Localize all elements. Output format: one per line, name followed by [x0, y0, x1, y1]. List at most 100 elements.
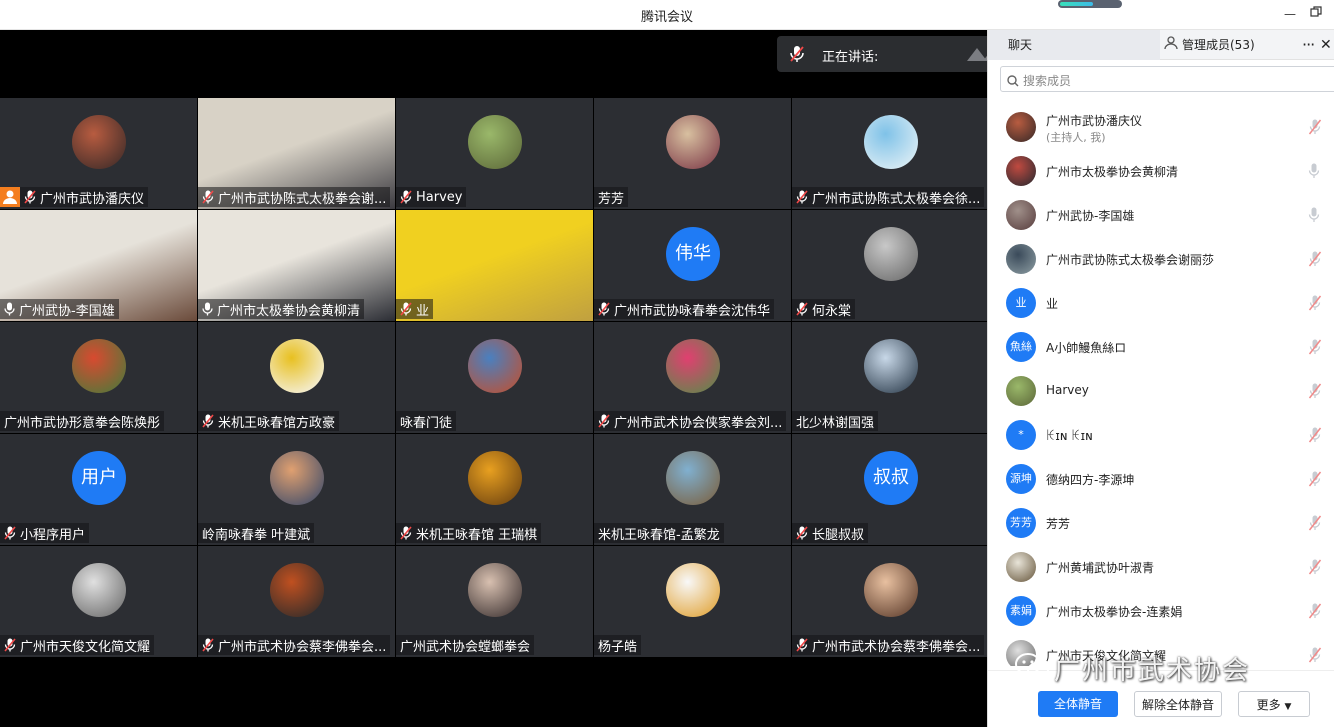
search-input[interactable]: 搜索成员: [1000, 66, 1334, 92]
participant-tile[interactable]: 北少林谢国强: [792, 322, 989, 433]
participant-tile[interactable]: 米机王咏春馆 王瑞棋: [396, 434, 593, 545]
restore-icon[interactable]: [1308, 6, 1324, 22]
member-row[interactable]: 芳芳 芳芳: [988, 502, 1334, 546]
participant-tile[interactable]: 广州市太极拳协会黄柳清: [198, 210, 395, 321]
member-name: 广州市太极拳协会-连素娟: [1046, 605, 1183, 619]
mic-icon[interactable]: [1308, 207, 1320, 227]
more-button[interactable]: 更多 ▼: [1238, 691, 1310, 717]
participant-nameplate: 北少林谢国强: [792, 411, 879, 431]
member-row[interactable]: 魚絲 A小帥鰻魚絲ロ: [988, 326, 1334, 370]
muted-mic-icon: [202, 638, 218, 652]
muted-mic-icon[interactable]: [1308, 647, 1322, 666]
muted-mic-icon[interactable]: [1308, 559, 1322, 579]
members-icon: [1164, 31, 1178, 61]
participant-nameplate: 广州市武协陈式太极拳会谢...: [198, 187, 391, 207]
participant-tile[interactable]: 芳芳: [594, 98, 791, 209]
minimize-icon[interactable]: —: [1282, 6, 1298, 22]
muted-mic-icon[interactable]: [1308, 427, 1322, 447]
participant-name: 长腿叔叔: [812, 527, 865, 543]
participant-name: 咏春门徒: [400, 415, 453, 431]
participant-name: 北少林谢国强: [796, 415, 875, 431]
participant-avatar: [468, 563, 522, 617]
tab-members[interactable]: 管理成员(53): [1164, 30, 1304, 60]
meeting-window: 腾讯会议 — 正在讲话: 广州市武协潘庆仪 广州市武协陈式太极拳会谢... Harv…: [0, 0, 1334, 727]
member-row[interactable]: 广州市武协陈式太极拳会谢丽莎: [988, 238, 1334, 282]
muted-mic-icon: [24, 190, 40, 204]
member-row[interactable]: 素娟 广州市太极拳协会-连素娟: [988, 590, 1334, 634]
participant-tile[interactable]: 广州武协-李国雄: [0, 210, 197, 321]
participant-tile[interactable]: 叔叔 长腿叔叔: [792, 434, 989, 545]
participant-name: 芳芳: [598, 191, 625, 207]
muted-mic-icon: [796, 302, 812, 316]
participant-tile[interactable]: 伟华 广州市武协咏春拳会沈伟华: [594, 210, 791, 321]
tab-chat[interactable]: 聊天: [988, 30, 1160, 60]
member-role: (主持人, 我): [1046, 131, 1106, 144]
muted-mic-icon: [789, 45, 805, 67]
participant-tile[interactable]: 广州市武协陈式太极拳会徐...: [792, 98, 989, 209]
member-row[interactable]: 广州市太极拳协会黄柳清: [988, 150, 1334, 194]
participant-name: 广州市武协咏春拳会沈伟华: [614, 303, 771, 319]
participant-tile[interactable]: Harvey: [396, 98, 593, 209]
member-name: 业: [1046, 297, 1059, 311]
participant-nameplate: 米机王咏春馆方政豪: [198, 411, 340, 431]
participant-tile[interactable]: 广州市武术协会蔡李佛拳会...: [792, 546, 989, 657]
participant-tile[interactable]: 广州武术协会螳螂拳会: [396, 546, 593, 657]
muted-mic-icon[interactable]: [1308, 339, 1322, 359]
participant-avatar: [72, 115, 126, 169]
member-row[interactable]: Harvey: [988, 370, 1334, 414]
participant-tile[interactable]: 广州市武协形意拳会陈焕彤: [0, 322, 197, 433]
window-title: 腾讯会议: [640, 10, 693, 25]
participant-tile[interactable]: 米机王咏春馆-孟繁龙: [594, 434, 791, 545]
participant-tile[interactable]: 杨子皓: [594, 546, 791, 657]
muted-mic-icon[interactable]: [1308, 515, 1322, 535]
participant-tile[interactable]: 何永棠: [792, 210, 989, 321]
participant-nameplate: 广州武协-李国雄: [0, 299, 119, 319]
participant-nameplate: 广州市武协陈式太极拳会徐...: [792, 187, 985, 207]
participant-nameplate: 岭南咏春拳 叶建斌: [198, 523, 315, 543]
participant-tile[interactable]: 广州市武协潘庆仪: [0, 98, 197, 209]
member-row[interactable]: * ꀘɪɴ ꀘɪɴ: [988, 414, 1334, 458]
participant-name: 广州武术协会螳螂拳会: [400, 639, 531, 655]
participant-tile[interactable]: 广州市武术协会侠家拳会刘...: [594, 322, 791, 433]
member-name: 芳芳: [1046, 517, 1071, 531]
participant-tile[interactable]: 岭南咏春拳 叶建斌: [198, 434, 395, 545]
search-icon: [1007, 72, 1019, 91]
more-options-icon[interactable]: ···: [1302, 30, 1316, 60]
member-row[interactable]: 广州黄埔武协叶淑青: [988, 546, 1334, 590]
muted-mic-icon: [400, 526, 416, 540]
participant-avatar: [270, 563, 324, 617]
participant-nameplate: 米机王咏春馆-孟繁龙: [594, 523, 724, 543]
muted-mic-icon[interactable]: [1308, 119, 1322, 139]
side-panel: 聊天 管理成员(53) ··· ✕ 搜索成员 广州市武协潘庆仪 (主持人, 我) 广…: [987, 30, 1334, 727]
muted-mic-icon[interactable]: [1308, 471, 1322, 491]
muted-mic-icon: [400, 190, 416, 204]
member-row[interactable]: 业业: [988, 282, 1334, 326]
member-name: 德纳四方-李源坤: [1046, 473, 1135, 487]
participant-name: 广州武协-李国雄: [19, 303, 115, 319]
member-avatar: 芳芳: [1006, 508, 1036, 538]
member-row[interactable]: 广州武协-李国雄: [988, 194, 1334, 238]
participant-tile[interactable]: 咏春门徒: [396, 322, 593, 433]
network-indicator: [1058, 0, 1122, 8]
member-avatar: [1006, 376, 1036, 406]
muted-mic-icon[interactable]: [1308, 383, 1322, 403]
mute-all-button[interactable]: 全体静音: [1038, 691, 1118, 717]
participant-tile[interactable]: 广州市武协陈式太极拳会谢...: [198, 98, 395, 209]
member-name: 广州市武协潘庆仪: [1046, 114, 1143, 128]
participant-tile[interactable]: 广州市天俊文化简文耀: [0, 546, 197, 657]
participant-tile[interactable]: 业: [396, 210, 593, 321]
member-row[interactable]: 广州市武协潘庆仪 (主持人, 我): [988, 106, 1334, 150]
muted-mic-icon: [796, 526, 812, 540]
muted-mic-icon[interactable]: [1308, 251, 1322, 271]
member-row[interactable]: 源坤 德纳四方-李源坤: [988, 458, 1334, 502]
participant-tile[interactable]: 米机王咏春馆方政豪: [198, 322, 395, 433]
close-panel-icon[interactable]: ✕: [1320, 30, 1334, 60]
participant-tile[interactable]: 用户 小程序用户: [0, 434, 197, 545]
participant-avatar: [666, 339, 720, 393]
unmute-all-button[interactable]: 解除全体静音: [1134, 691, 1222, 717]
mic-icon[interactable]: [1308, 163, 1320, 183]
participant-tile[interactable]: 广州市武术协会蔡李佛拳会...: [198, 546, 395, 657]
muted-mic-icon[interactable]: [1308, 603, 1322, 623]
muted-mic-icon[interactable]: [1308, 295, 1322, 315]
participant-name: 岭南咏春拳 叶建斌: [202, 527, 311, 543]
